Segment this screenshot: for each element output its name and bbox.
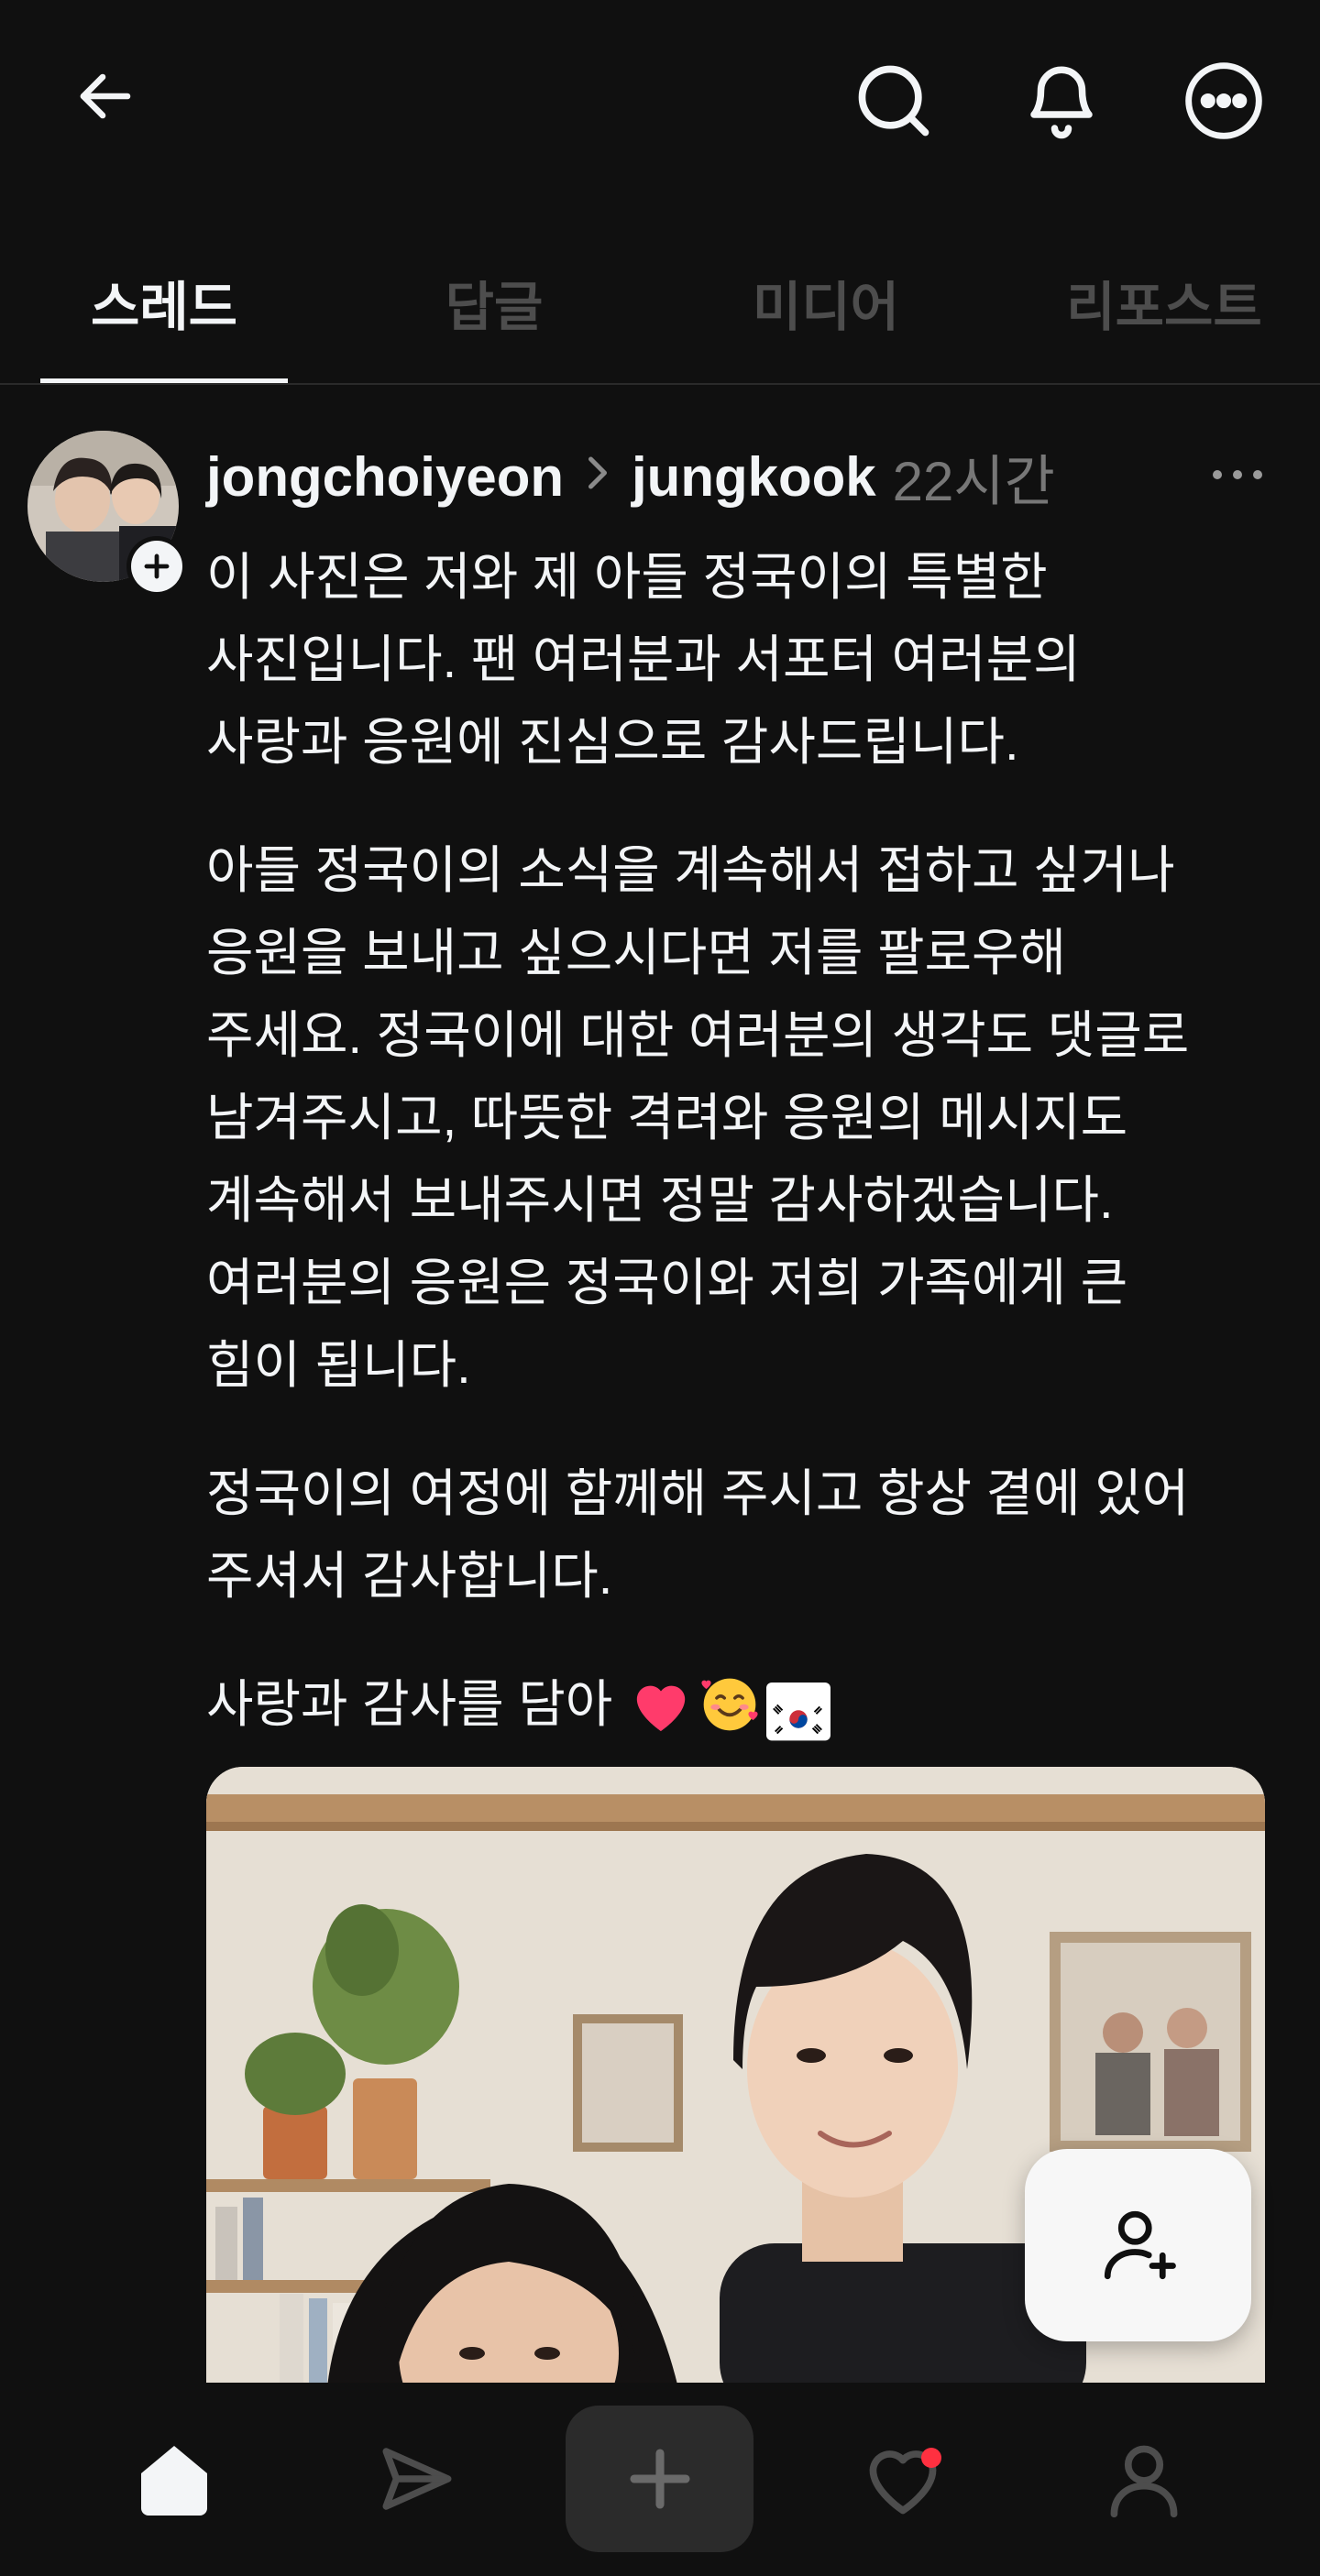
follow-plus-button[interactable] bbox=[126, 536, 187, 597]
profile-tabs: 스레드 답글 미디어 리포스트 bbox=[0, 227, 1320, 385]
plus-icon bbox=[629, 2449, 690, 2509]
post-username[interactable]: jongchoiyeon bbox=[206, 445, 564, 509]
post-header: jongchoiyeon jungkook 22시간 bbox=[206, 440, 1055, 513]
profile-icon bbox=[1110, 2445, 1178, 2518]
top-bar bbox=[0, 0, 1320, 202]
arrow-left-icon bbox=[80, 73, 131, 119]
bottom-navigation bbox=[0, 2383, 1320, 2576]
nav-create-button[interactable] bbox=[566, 2406, 754, 2552]
south-korea-flag-icon bbox=[766, 1683, 831, 1741]
post-timestamp: 22시간 bbox=[892, 450, 1055, 512]
more-circle-icon bbox=[1185, 62, 1262, 139]
post-paragraph: 이 사진은 저와 제 아들 정국이의 특별한 사진입니다. 팬 여러분과 서포터… bbox=[206, 548, 1081, 771]
send-icon bbox=[382, 2448, 452, 2510]
bell-icon bbox=[1030, 66, 1093, 139]
search-button[interactable] bbox=[848, 55, 940, 147]
nav-send-button[interactable] bbox=[353, 2415, 481, 2543]
nav-activity-button[interactable] bbox=[839, 2415, 967, 2543]
add-person-icon bbox=[1104, 2210, 1176, 2280]
tab-reposts[interactable]: 리포스트 bbox=[1031, 264, 1297, 346]
reply-target-username[interactable]: jungkook bbox=[632, 445, 876, 509]
plus-icon bbox=[144, 554, 170, 579]
active-tab-indicator bbox=[40, 378, 288, 383]
notifications-button[interactable] bbox=[1016, 55, 1107, 147]
more-horizontal-icon bbox=[1213, 469, 1262, 479]
chevron-right-icon bbox=[584, 452, 611, 502]
tab-replies[interactable]: 답글 bbox=[370, 264, 618, 346]
follow-user-button[interactable] bbox=[1025, 2149, 1251, 2341]
heart-emoji-icon bbox=[629, 1675, 693, 1734]
post-more-button[interactable] bbox=[1201, 449, 1274, 499]
nav-home-button[interactable] bbox=[110, 2415, 238, 2543]
search-icon bbox=[858, 65, 930, 137]
post-closing-line: 사랑과 감사를 담아 bbox=[206, 1663, 1292, 1746]
back-button[interactable] bbox=[64, 55, 147, 137]
tab-media[interactable]: 미디어 bbox=[702, 264, 950, 346]
post-closing-text: 사랑과 감사를 담아 bbox=[206, 1675, 613, 1733]
notification-dot bbox=[921, 2448, 941, 2468]
tab-threads[interactable]: 스레드 bbox=[40, 264, 288, 346]
post-body: 이 사진은 저와 제 아들 정국이의 특별한 사진입니다. 팬 여러분과 서포터… bbox=[206, 536, 1292, 1746]
post-paragraph: 아들 정국이의 소식을 계속해서 접하고 싶거나 응원을 보내고 싶으시다면 저… bbox=[206, 841, 1190, 1394]
home-icon bbox=[141, 2446, 207, 2516]
smiling-face-with-hearts-icon bbox=[698, 1673, 761, 1736]
post-paragraph: 정국이의 여정에 함께해 주시고 항상 곁에 있어 주셔서 감사합니다. bbox=[206, 1464, 1190, 1605]
nav-profile-button[interactable] bbox=[1080, 2415, 1208, 2543]
more-options-button[interactable] bbox=[1178, 55, 1270, 147]
